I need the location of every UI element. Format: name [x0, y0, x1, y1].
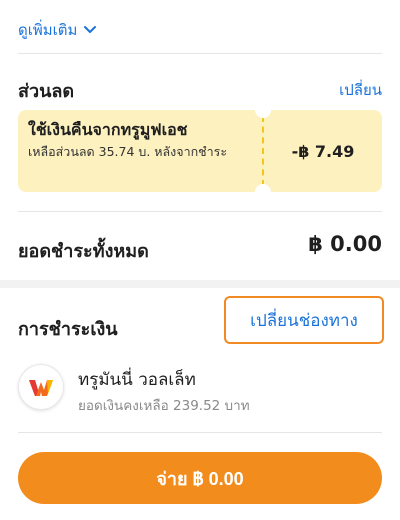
see-more-label: ดูเพิ่มเติม	[18, 21, 78, 39]
divider	[18, 211, 382, 212]
divider	[18, 432, 382, 433]
total-value: ฿ 0.00	[308, 232, 382, 256]
coupon-info: ใช้เงินคืนจากทรูมูฟเอช เหลือส่วนลด 35.74…	[18, 110, 262, 192]
section-separator	[0, 280, 400, 288]
pay-button[interactable]: จ่าย ฿ 0.00	[18, 452, 382, 504]
discount-section-title: ส่วนลด	[18, 81, 75, 102]
divider	[18, 53, 382, 54]
payment-method-name: ทรูมันนี่ วอลเล็ท	[78, 370, 196, 390]
cashback-coupon-card[interactable]: ใช้เงินคืนจากทรูมูฟเอช เหลือส่วนลด 35.74…	[18, 110, 382, 192]
change-payment-method-button[interactable]: เปลี่ยนช่องทาง	[224, 296, 384, 344]
chevron-down-icon	[83, 25, 97, 35]
change-discount-link[interactable]: เปลี่ยน	[339, 78, 382, 102]
payment-section-title: การชำระเงิน	[18, 319, 118, 340]
payment-method-row[interactable]: ทรูมันนี่ วอลเล็ท ยอดเงินคงเหลือ 239.52 …	[18, 362, 382, 418]
payment-method-balance: ยอดเงินคงเหลือ 239.52 บาท	[78, 398, 250, 414]
total-label: ยอดชำระทั้งหมด	[18, 241, 149, 262]
coupon-amount: -฿ 7.49	[291, 141, 355, 161]
coupon-title: ใช้เงินคืนจากทรูมูฟเอช	[28, 120, 188, 139]
truemoney-wallet-icon	[18, 364, 64, 410]
see-more-toggle[interactable]: ดูเพิ่มเติม	[18, 18, 97, 42]
checkout-summary-screen: ดูเพิ่มเติม ส่วนลด เปลี่ยน ใช้เงินคืนจาก…	[0, 0, 400, 520]
coupon-description: เหลือส่วนลด 35.74 บ. หลังจากชำระ	[28, 144, 228, 159]
